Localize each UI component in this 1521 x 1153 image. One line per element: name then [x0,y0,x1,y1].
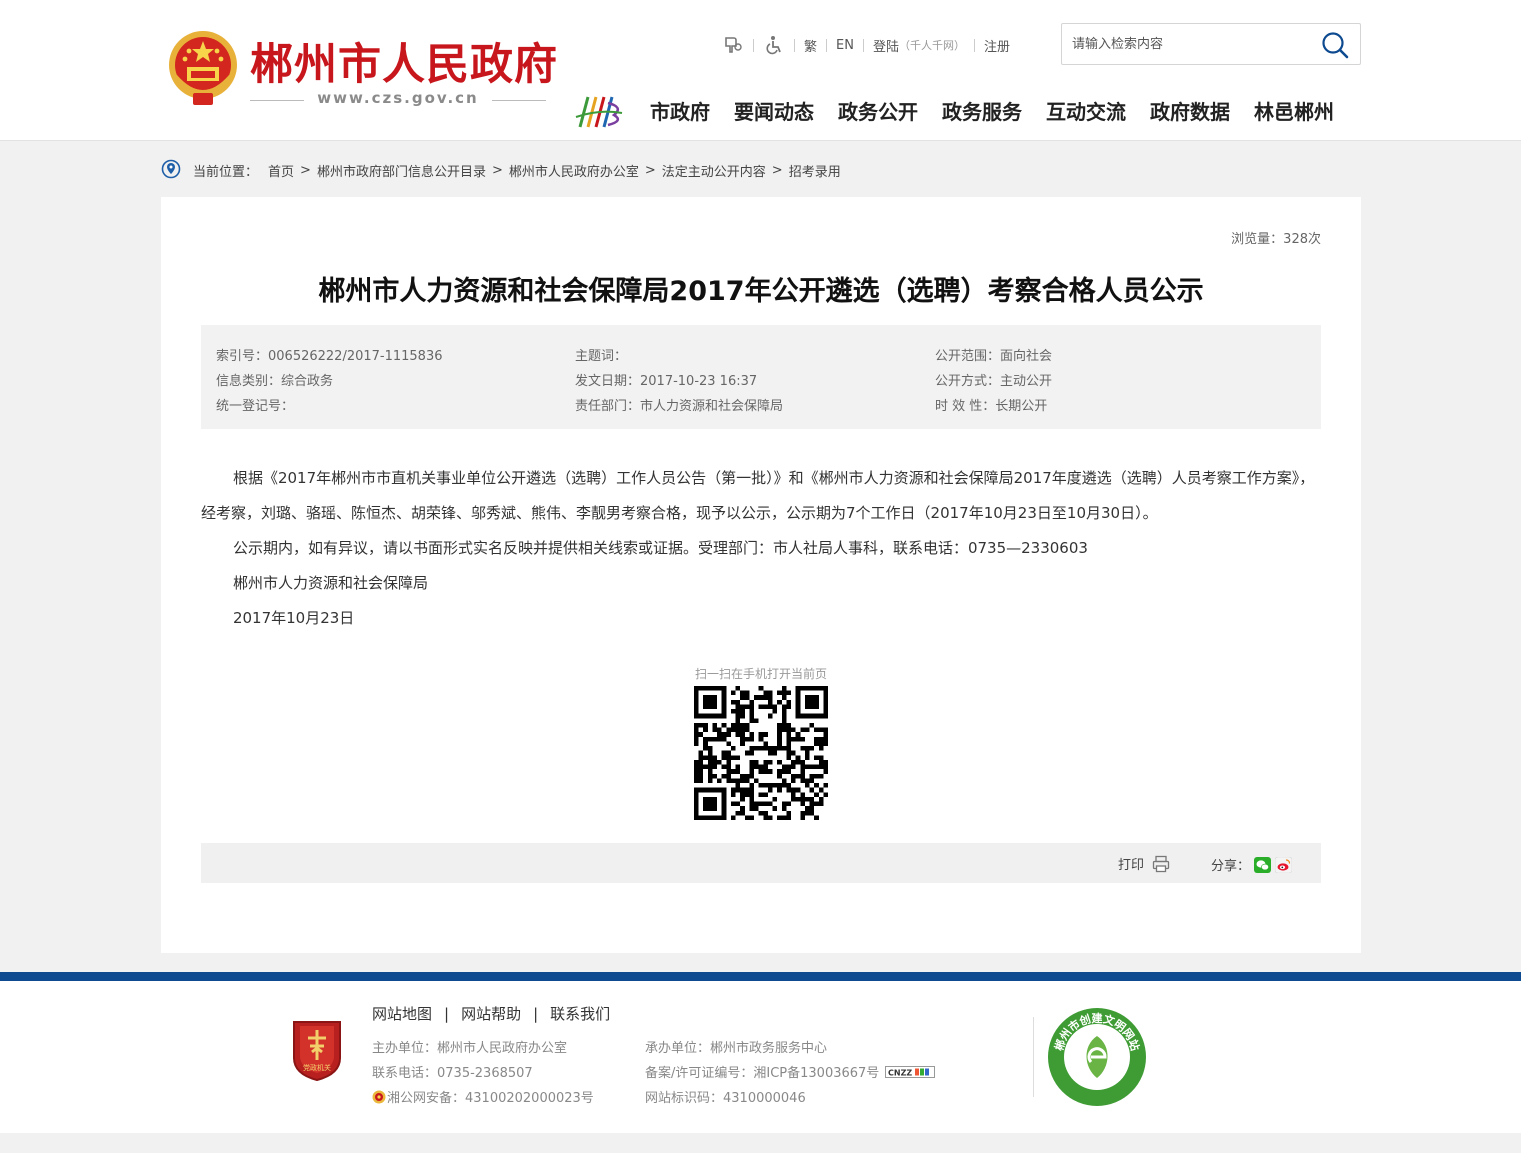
meta-category: 信息类别：综合政务 [216,374,334,389]
breadcrumb-separator: > [491,162,503,178]
accessibility-aged-icon[interactable] [722,35,744,55]
breadcrumb-item-statutory[interactable]: 法定主动公开内容 [662,161,766,180]
view-count: 浏览量：328次 [1231,232,1321,247]
nav-item-gov-services[interactable]: 政务服务 [942,96,1022,125]
nav-item-interaction[interactable]: 互动交流 [1046,96,1126,125]
printer-icon [1152,855,1170,872]
footer-divider [0,972,1521,981]
weibo-icon[interactable] [1275,856,1293,873]
breadcrumb: 当前位置： 首页 > 郴州市政府部门信息公开目录 > 郴州市人民政府办公室 > … [161,158,841,182]
footer-police-text: 湘公网安备：43100202000023号 [387,1091,594,1106]
party-gov-badge-icon[interactable]: 党政机关 [290,1018,344,1082]
footer-police-record[interactable]: 湘公网安备：43100202000023号 [372,1087,594,1106]
article-paragraph: 公示期内，如有异议，请以书面形式实名反映并提供相关线索或证据。受理部门：市人社局… [232,539,1088,557]
footer-icp[interactable]: 备案/许可证编号：湘ICP备13003667号 CNZZ [645,1062,936,1081]
search-box [1061,23,1361,65]
article-date: 2017年10月23日 [232,609,355,627]
civilized-website-badge-icon[interactable]: 郴州市创建文明网站 [1046,1006,1148,1108]
article-body: 根据《2017年郴州市市直机关事业单位公开遴选（选聘）工作人员公告（第一批）》和… [201,461,1321,636]
article-container: 浏览量：328次 郴州市人力资源和社会保障局2017年公开遴选（选聘）考察合格人… [161,197,1361,953]
meta-dept: 责任部门：市人力资源和社会保障局 [575,399,784,414]
footer-phone: 联系电话：0735-2368507 [372,1066,533,1081]
meta-date: 发文日期：2017-10-23 16:37 [575,374,758,389]
breadcrumb-label: 当前位置： [193,164,259,180]
nav-item-gov-data[interactable]: 政府数据 [1150,96,1230,125]
cnzz-label: CNZZ [888,1068,912,1077]
location-pin-icon [161,159,181,179]
english-link[interactable]: EN [836,38,854,53]
article-paragraph: 根据《2017年郴州市市直机关事业单位公开遴选（选聘）工作人员公告（第一批）》和… [201,469,1315,522]
meta-validity: 时 效 性：长期公开 [935,399,1048,414]
meta-reg-no: 统一登记号： [216,399,295,414]
breadcrumb-separator: > [300,162,311,178]
print-label: 打印 [1118,858,1145,873]
footer-host: 主办单位：郴州市人民政府办公室 [372,1041,568,1056]
login-link[interactable]: 登陆 [873,36,899,55]
qr-caption: 扫一扫在手机打开当前页 [694,667,827,681]
footer-link-help[interactable]: 网站帮助 [461,1003,521,1024]
breadcrumb-item-home[interactable]: 首页 [268,161,294,180]
login-note: （千人千网） [898,39,965,52]
meta-subject: 主题词： [575,349,628,364]
footer-vertical-divider [1033,1017,1034,1097]
traditional-chinese-link[interactable]: 繁 [804,36,817,55]
nav-item-news[interactable]: 要闻动态 [734,96,814,125]
breadcrumb-item-recruitment[interactable]: 招考录用 [789,161,841,180]
linyi-logo-icon [575,96,623,128]
footer-link-sitemap[interactable]: 网站地图 [372,1003,432,1024]
qr-code-icon [694,686,828,820]
police-badge-icon [372,1090,386,1103]
wechat-icon[interactable] [1254,856,1272,873]
meta-index-no: 索引号：006526222/2017-1115836 [216,349,443,364]
footer-undertaker: 承办单位：郴州市政务服务中心 [645,1041,828,1056]
meta-scope: 公开范围：面向社会 [935,349,1053,364]
nav-item-gov-affairs-open[interactable]: 政务公开 [838,96,918,125]
site-url: www.czs.gov.cn [250,89,546,107]
register-link[interactable]: 注册 [984,36,1010,55]
site-header: 郴州市人民政府 www.czs.gov.cn 繁 EN 登陆 （千人千网） 注册 [0,0,1521,141]
breadcrumb-separator: > [771,162,783,178]
footer-site-code: 网站标识码：4310000046 [645,1091,806,1106]
party-badge-text: 党政机关 [303,1063,331,1072]
breadcrumb-item-catalog[interactable]: 郴州市政府部门信息公开目录 [317,161,486,180]
search-input[interactable] [1062,24,1312,64]
cnzz-stat-icon[interactable]: CNZZ [885,1065,936,1078]
national-emblem-icon[interactable] [163,27,243,111]
site-title[interactable]: 郴州市人民政府 [250,30,558,92]
nav-item-city-government[interactable]: 市政府 [650,96,710,125]
meta-method: 公开方式：主动公开 [935,374,1053,389]
share-group: 分享： [1211,855,1293,874]
site-footer: 党政机关 网站地图 | 网站帮助 | 联系我们 主办单位：郴州市人民政府办公室 … [0,981,1521,1133]
article-title: 郴州市人力资源和社会保障局2017年公开遴选（选聘）考察合格人员公示 [318,276,1204,307]
search-icon[interactable] [1320,30,1350,60]
share-bar: 打印 分享： [201,843,1321,883]
share-label: 分享： [1211,859,1251,874]
breadcrumb-item-office[interactable]: 郴州市人民政府办公室 [509,161,639,180]
top-utility-links: 繁 EN 登陆 （千人千网） 注册 [722,33,1010,57]
footer-icp-text: 备案/许可证编号：湘ICP备13003667号 [645,1066,880,1081]
footer-links: 网站地图 | 网站帮助 | 联系我们 [372,1003,611,1024]
footer-link-contact[interactable]: 联系我们 [550,1003,610,1024]
footer-bottom-strip [0,1133,1521,1153]
article-meta-table: 索引号：006526222/2017-1115836 信息类别：综合政务 统一登… [201,325,1321,429]
article-signature: 郴州市人力资源和社会保障局 [232,574,428,592]
breadcrumb-separator: > [644,162,656,178]
nav-item-linyi-chenzhou[interactable]: 林邑郴州 [1254,96,1334,125]
print-button[interactable]: 打印 [1118,854,1170,873]
accessibility-wheelchair-icon[interactable] [763,35,785,55]
main-nav: 市政府 要闻动态 政务公开 政务服务 互动交流 政府数据 林邑郴州 [650,96,1334,125]
